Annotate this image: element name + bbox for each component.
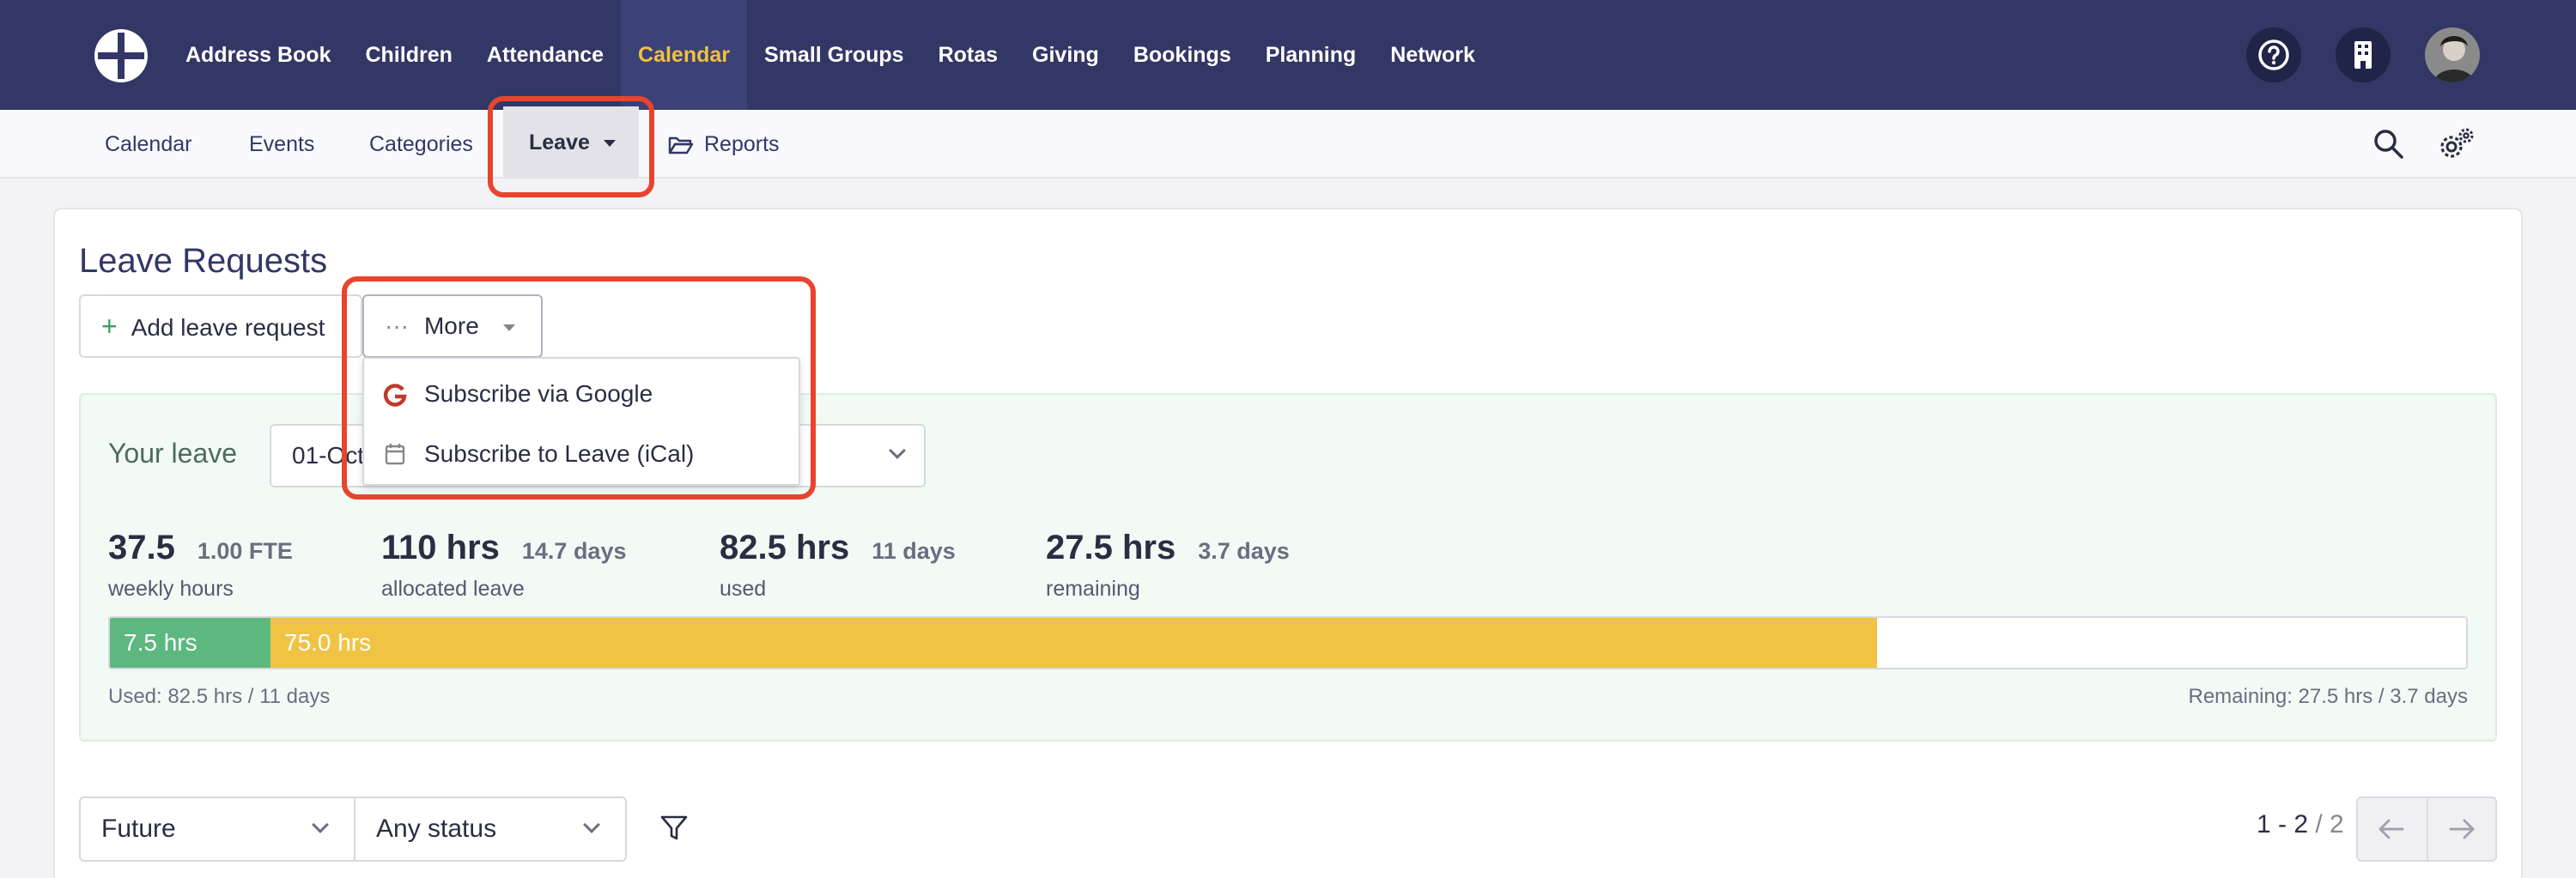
organisation-button[interactable] <box>2336 27 2391 82</box>
filter-icon[interactable] <box>659 814 689 843</box>
time-filter-value: Future <box>101 814 176 843</box>
highlight-leave-tab <box>488 96 654 197</box>
nav-giving[interactable]: Giving <box>1015 0 1116 110</box>
status-filter-value: Any status <box>376 814 497 843</box>
stat-label: weekly hours <box>108 577 234 601</box>
stat-label: remaining <box>1046 577 1140 601</box>
nav-small-groups[interactable]: Small Groups <box>747 0 921 110</box>
chevron-down-icon <box>889 442 906 459</box>
nav-network[interactable]: Network <box>1373 0 1492 110</box>
highlight-more-dropdown <box>342 276 816 500</box>
your-leave-label: Your leave <box>108 438 238 469</box>
folder-open-icon <box>668 137 694 154</box>
arrow-right-icon[interactable] <box>2447 815 2478 843</box>
stat-weekly-hours: 37.5 1.00 FTE weekly hours <box>108 529 293 601</box>
stat-remaining: 27.5 hrs 3.7 days remaining <box>1046 529 1290 601</box>
add-leave-request-label: Add leave request <box>131 314 325 341</box>
nav-children[interactable]: Children <box>348 0 469 110</box>
building-icon <box>2354 41 2372 69</box>
top-navigation: Address Book Children Attendance Calenda… <box>0 0 2576 110</box>
used-note: Used: 82.5 hrs / 11 days <box>108 685 331 708</box>
search-icon[interactable] <box>2372 127 2406 161</box>
nav-attendance[interactable]: Attendance <box>470 0 621 110</box>
nav-planning[interactable]: Planning <box>1249 0 1374 110</box>
nav-calendar[interactable]: Calendar <box>621 0 748 110</box>
page-range: 1 - 2 <box>2257 810 2309 839</box>
stat-allocated-leave: 110 hrs 14.7 days allocated leave <box>381 529 627 601</box>
nav-address-book[interactable]: Address Book <box>168 0 348 110</box>
stat-value: 37.5 <box>108 529 175 566</box>
page-title: Leave Requests <box>79 242 328 280</box>
remaining-note: Remaining: 27.5 hrs / 3.7 days <box>2188 685 2468 708</box>
nav-bookings[interactable]: Bookings <box>1116 0 1249 110</box>
help-button[interactable] <box>2246 27 2301 82</box>
help-icon <box>2258 39 2289 70</box>
arrow-left-icon[interactable] <box>2375 815 2406 843</box>
subnav-events[interactable]: Events <box>249 110 314 179</box>
leave-usage-bar: 7.5 hrs 75.0 hrs <box>108 616 2468 669</box>
sub-navigation: Calendar Events Categories Reports <box>0 110 2576 179</box>
main-nav: Address Book Children Attendance Calenda… <box>168 0 1492 110</box>
chevron-down-icon <box>583 816 600 833</box>
leave-bar-segment-booked: 75.0 hrs <box>270 618 1877 668</box>
status-filter-select[interactable]: Any status <box>354 796 627 862</box>
stat-sub: 1.00 FTE <box>197 538 293 564</box>
stat-sub: 3.7 days <box>1198 538 1290 564</box>
plus-icon: + <box>101 311 118 342</box>
page-total: / 2 <box>2315 810 2344 839</box>
settings-gears-icon[interactable] <box>2437 125 2476 163</box>
subnav-reports[interactable]: Reports <box>668 110 780 179</box>
chevron-down-icon <box>312 816 329 833</box>
stat-value: 27.5 hrs <box>1046 529 1176 566</box>
stat-used: 82.5 hrs 11 days used <box>720 529 956 601</box>
logo-icon[interactable] <box>93 27 149 84</box>
avatar-image <box>2425 27 2480 82</box>
stat-sub: 14.7 days <box>521 538 627 564</box>
pagination-count: 1 - 2 / 2 <box>2257 810 2344 839</box>
leave-bar-segment-approved: 7.5 hrs <box>110 618 270 668</box>
stat-value: 110 hrs <box>381 529 500 566</box>
nav-rotas[interactable]: Rotas <box>921 0 1015 110</box>
stat-label: used <box>720 577 767 601</box>
add-leave-request-button[interactable]: + Add leave request <box>79 294 362 358</box>
stat-value: 82.5 hrs <box>720 529 850 566</box>
time-filter-select[interactable]: Future <box>79 796 355 862</box>
stat-sub: 11 days <box>872 538 956 564</box>
subnav-calendar[interactable]: Calendar <box>105 110 191 179</box>
stat-label: allocated leave <box>381 577 525 601</box>
reports-label: Reports <box>704 132 780 156</box>
subnav-categories[interactable]: Categories <box>369 110 473 179</box>
pagination-buttons <box>2356 796 2497 862</box>
user-avatar[interactable] <box>2425 27 2480 82</box>
pagination-divider <box>2427 798 2428 860</box>
